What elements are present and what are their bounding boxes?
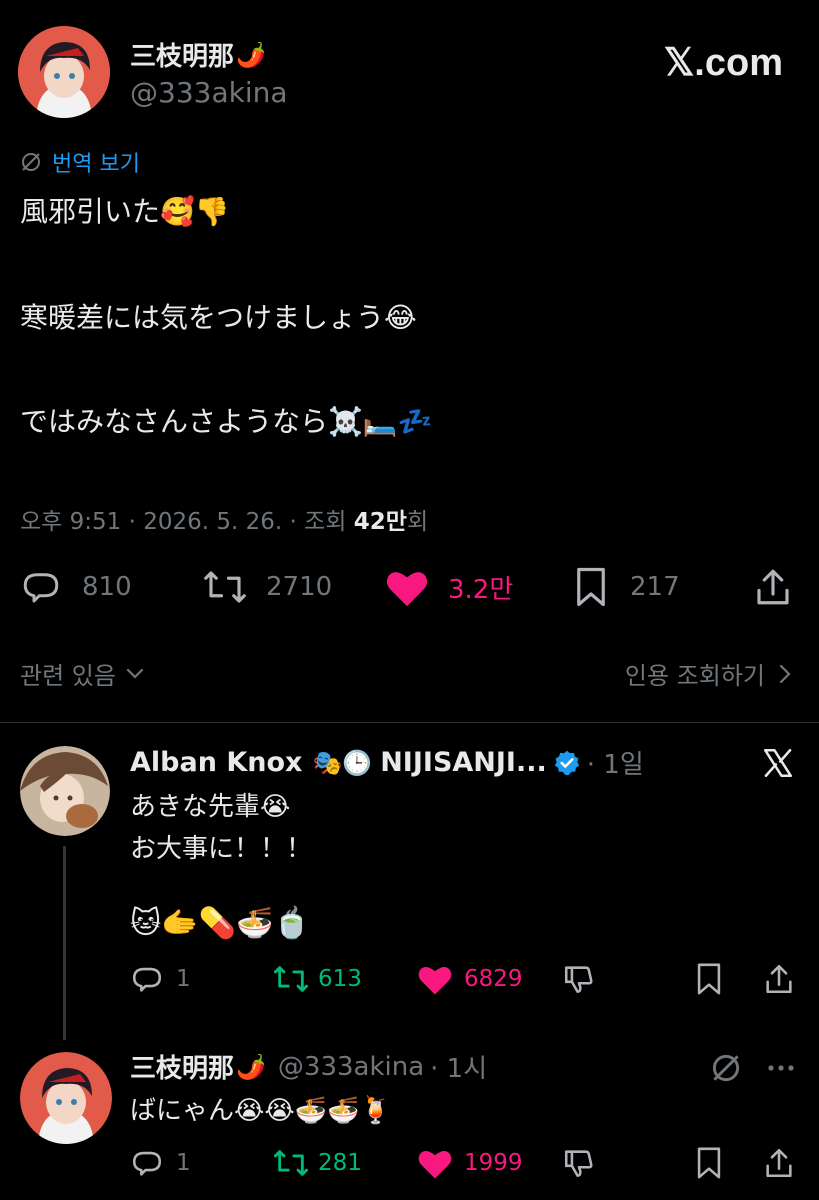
alban-like-count: 6829 <box>464 966 523 992</box>
alban-dislike-button[interactable] <box>562 962 596 996</box>
alban-retweet-count: 613 <box>318 966 362 992</box>
alban-retweet-button[interactable]: 613 <box>272 962 362 996</box>
alban-reply-line-2: お大事に！！！ <box>130 834 313 864</box>
thread-line <box>63 846 66 1040</box>
related-dropdown[interactable]: 관련 있음 <box>20 656 144 691</box>
reply-icon <box>130 1146 164 1180</box>
akina-reply-display-name[interactable]: 三枝明那 <box>130 1048 234 1085</box>
section-divider <box>0 722 819 723</box>
reply-count: 810 <box>82 572 132 602</box>
alban-avatar[interactable] <box>20 746 110 836</box>
tweet-line-2: 寒暖差には気をつけましょう😂 <box>20 301 417 334</box>
view-quotes-label: 인용 조회하기 <box>624 662 765 690</box>
view-quotes-link[interactable]: 인용 조회하기 <box>625 656 791 691</box>
author-avatar[interactable] <box>18 26 110 118</box>
akina-reply-button[interactable]: 1 <box>130 1146 191 1180</box>
x-com-logo: 𝕏.com <box>663 42 783 84</box>
reply-button[interactable]: 810 <box>20 566 132 608</box>
akina-share-button[interactable] <box>762 1146 796 1180</box>
tweet-line-3: ではみなさんさようなら☠️🛏️💤 <box>20 405 433 438</box>
akina-retweet-count: 281 <box>318 1150 362 1176</box>
alban-display-name[interactable]: Alban Knox <box>130 747 302 778</box>
chili-emoji: 🌶️ <box>236 40 266 69</box>
translate-link[interactable]: 번역 보기 <box>20 146 140 178</box>
alban-like-button[interactable]: 6829 <box>416 962 523 996</box>
heart-icon <box>416 1146 454 1180</box>
akina-reply-text: ばにゃん😭😭🍜🍜🍹 <box>130 1096 392 1126</box>
like-count: 3.2만 <box>448 574 514 605</box>
akina-reply-time[interactable]: · 1시 <box>430 1048 487 1085</box>
alban-reply-count: 1 <box>176 966 191 992</box>
retweet-icon <box>202 566 248 608</box>
bookmark-icon <box>694 1146 724 1180</box>
chili-emoji: 🌶️ <box>236 1052 266 1081</box>
translate-icon[interactable] <box>710 1052 742 1084</box>
alban-post-time[interactable]: · 1일 <box>587 744 644 781</box>
retweet-icon <box>272 1146 310 1180</box>
views-count: 42만 <box>353 509 407 535</box>
author-handle[interactable]: @333akina <box>130 76 288 109</box>
tweet-meta: 오후 9:51 · 2026. 5. 26. · 조회 42만회 <box>20 502 428 536</box>
alban-reply-emoji-line: 🐱🫱💊🍜🍵 <box>130 906 311 941</box>
akina-reply-avatar[interactable] <box>20 1052 112 1144</box>
akina-like-button[interactable]: 1999 <box>416 1146 523 1180</box>
alban-affiliation: NIJISANJI... <box>380 747 547 778</box>
translate-icon <box>20 151 42 173</box>
author-display-name[interactable]: 三枝明那 <box>130 36 234 73</box>
chevron-down-icon <box>126 668 144 680</box>
bookmark-button[interactable]: 217 <box>572 566 680 608</box>
share-icon <box>762 962 796 996</box>
alban-reply-line-1: あきな先輩😭 <box>130 792 291 822</box>
alban-reply-button[interactable]: 1 <box>130 962 191 996</box>
akina-reply-handle[interactable]: @333akina <box>278 1052 424 1082</box>
translate-label: 번역 보기 <box>52 152 140 177</box>
verified-badge-icon <box>553 749 581 777</box>
akina-retweet-button[interactable]: 281 <box>272 1146 362 1180</box>
views-suffix: 회 <box>406 509 429 535</box>
akina-reply-count: 1 <box>176 1150 191 1176</box>
reply-icon <box>20 566 62 608</box>
tweet-timestamp[interactable]: 오후 9:51 · 2026. 5. 26. · 조회 <box>20 509 354 535</box>
akina-bookmark-button[interactable] <box>694 1146 724 1180</box>
x-logo-icon <box>761 746 795 780</box>
akina-dislike-button[interactable] <box>562 1146 596 1180</box>
share-icon <box>762 1146 796 1180</box>
share-button[interactable] <box>752 566 794 608</box>
bookmark-icon <box>572 566 610 608</box>
more-options-icon[interactable] <box>764 1052 798 1084</box>
heart-icon <box>416 962 454 996</box>
retweet-button[interactable]: 2710 <box>202 566 332 608</box>
tweet-line-1: 風邪引いた🥰👎 <box>20 195 230 228</box>
bookmark-icon <box>694 962 724 996</box>
thumbs-down-icon <box>562 962 596 996</box>
share-icon <box>752 566 794 608</box>
alban-bookmark-button[interactable] <box>694 962 724 996</box>
alban-share-button[interactable] <box>762 962 796 996</box>
like-button[interactable]: 3.2만 <box>384 566 513 608</box>
reply-icon <box>130 962 164 996</box>
heart-icon <box>384 566 430 608</box>
thumbs-down-icon <box>562 1146 596 1180</box>
chevron-right-icon <box>779 664 791 684</box>
bookmark-count: 217 <box>630 572 680 602</box>
akina-like-count: 1999 <box>464 1150 523 1176</box>
alban-name-emoji: 🎭🕒 <box>312 748 373 777</box>
retweet-icon <box>272 962 310 996</box>
retweet-count: 2710 <box>266 572 333 602</box>
related-label: 관련 있음 <box>20 662 116 690</box>
